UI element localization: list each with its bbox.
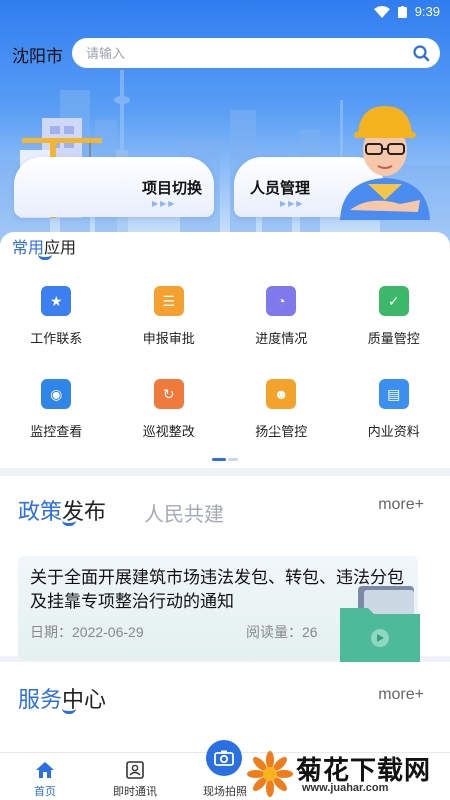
app-monitor-view[interactable]: ◉ 监控查看	[0, 379, 113, 440]
nav-site-photo-label: 现场拍照	[203, 786, 247, 798]
policy-more-link[interactable]: more+	[378, 496, 424, 514]
camera-icon	[214, 750, 234, 766]
news-date: 日期：2022-06-29	[30, 624, 144, 640]
search-icon[interactable]	[412, 44, 430, 62]
contact-card-icon	[126, 761, 144, 779]
app-work-contact[interactable]: ★ 工作联系	[0, 286, 113, 347]
news-read-count: 阅读量：26	[246, 624, 318, 640]
city-selector[interactable]: 沈阳市	[12, 42, 63, 67]
battery-icon	[397, 5, 407, 18]
project-switch-card[interactable]: 项目切换 ▶▶▶	[14, 157, 214, 217]
app-grid: ★ 工作联系 ☰ 申报审批 ◔ 进度情况 ✓ 质量管控 ◉ 监控查看 ↻ 巡视整…	[0, 286, 450, 440]
app-internal-docs[interactable]: ▤ 内业资料	[338, 379, 450, 440]
search-bar[interactable]	[72, 38, 440, 68]
app-dust-control[interactable]: ☻ 扬尘管控	[225, 379, 338, 440]
app-declaration-approval[interactable]: ☰ 申报审批	[113, 286, 226, 347]
chrysanthemum-logo	[247, 751, 293, 797]
app-label: 巡视整改	[142, 424, 195, 439]
app-label: 监控查看	[30, 424, 83, 439]
staff-management-label: 人员管理	[250, 180, 311, 197]
page-indicator	[212, 458, 238, 461]
policy-section: 政策发布 人民共建 more+ 关于全面开展建筑市场违法发包、转包、违法分包及挂…	[0, 476, 450, 662]
patrol-calendar-icon: ↻	[153, 379, 184, 409]
project-switch-label: 项目切换	[142, 180, 203, 197]
status-bar: 9:39	[0, 0, 450, 24]
watermark-url: www.juahar.com	[302, 782, 389, 794]
arrows-icon: ▶▶▶	[280, 199, 305, 208]
app-quality-control[interactable]: ✓ 质量管控	[338, 286, 450, 347]
monitor-eye-icon: ◉	[41, 379, 72, 409]
star-folder-icon: ★	[41, 286, 72, 316]
folder-illustration	[340, 586, 420, 662]
approval-icon: ☰	[153, 286, 184, 316]
app-patrol-rectify[interactable]: ↻ 巡视整改	[113, 379, 226, 440]
document-folder-icon: ▤	[378, 379, 409, 409]
news-card[interactable]: 关于全面开展建筑市场违法发包、转包、违法分包及挂靠专项整治行动的通知 日期：20…	[18, 556, 420, 662]
tab-people-co-build[interactable]: 人民共建	[144, 498, 224, 527]
watermark: 菊花下载网 www.juahar.com	[246, 748, 450, 800]
service-more-link[interactable]: more+	[378, 686, 424, 704]
construction-worker-illustration	[340, 106, 430, 220]
page-dot	[228, 458, 238, 461]
camera-button[interactable]	[206, 740, 242, 776]
app-label: 进度情况	[255, 331, 308, 346]
search-input[interactable]	[86, 45, 412, 61]
page-dot-active	[212, 458, 226, 461]
arrows-icon: ▶▶▶	[152, 199, 177, 208]
app-label: 质量管控	[367, 331, 420, 346]
progress-icon: ◔	[266, 286, 297, 316]
service-section: 服务中心 more+	[0, 662, 450, 752]
wifi-icon	[373, 5, 390, 18]
quality-shield-icon: ✓	[378, 286, 409, 316]
hero-banner: 9:39 项目切换 ▶▶▶ 人员管理 ▶▶▶ 沈阳市 请输入	[0, 0, 450, 250]
title-underline	[38, 254, 52, 260]
app-label: 扬尘管控	[255, 424, 308, 439]
app-label: 内业资料	[367, 424, 420, 439]
app-progress[interactable]: ◔ 进度情况	[225, 286, 338, 347]
nav-home[interactable]: 首页	[0, 753, 90, 800]
app-label: 工作联系	[30, 331, 83, 346]
nav-home-label: 首页	[34, 786, 56, 798]
nav-instant-message-label: 即时通讯	[113, 786, 157, 798]
common-apps-panel: 常用应用 ★ 工作联系 ☰ 申报审批 ◔ 进度情况 ✓ 质量管控 ◉ 监控查看 …	[0, 232, 450, 468]
home-icon	[36, 762, 54, 778]
people-group-icon: ☻	[266, 379, 297, 409]
status-time: 9:39	[414, 4, 440, 19]
app-label: 申报审批	[142, 331, 195, 346]
nav-instant-message[interactable]: 即时通讯	[90, 753, 180, 800]
